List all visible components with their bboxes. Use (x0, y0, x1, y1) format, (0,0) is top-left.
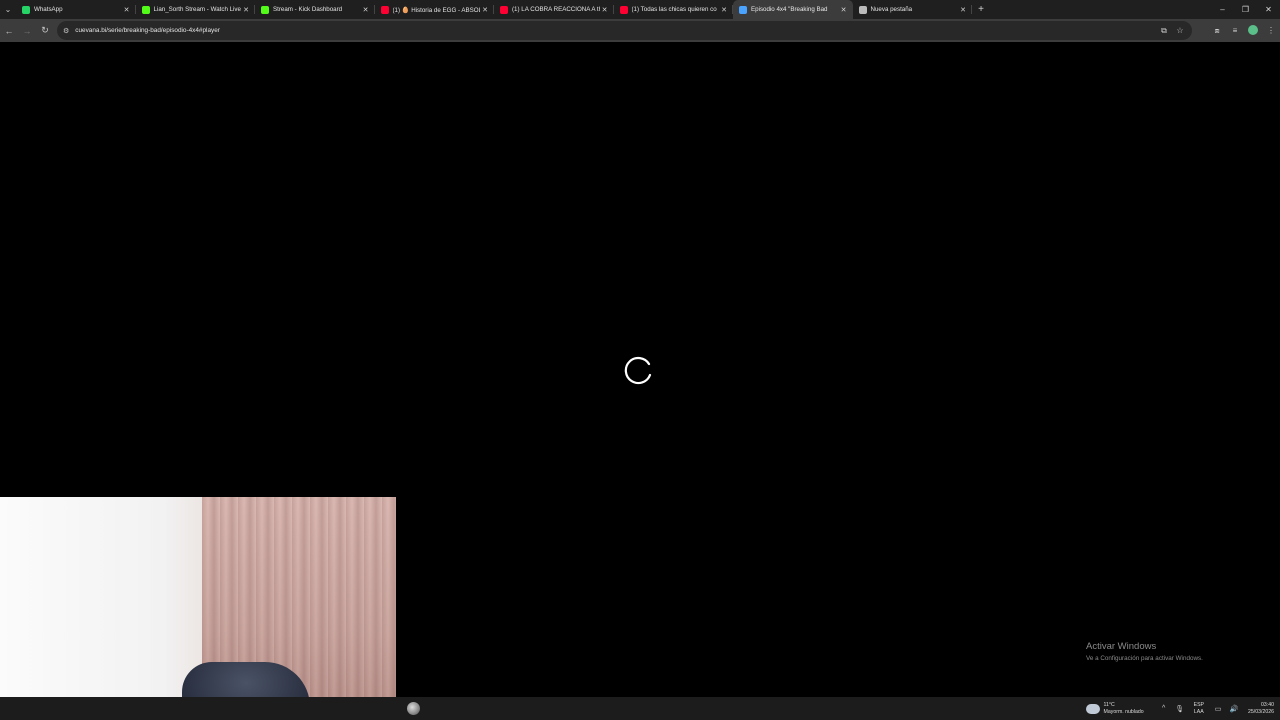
lang-bottom: LAA (1193, 708, 1204, 715)
url-text: cuevana.bi/serie/breaking-bad/episodio-4… (75, 27, 220, 34)
cloud-icon (1085, 703, 1100, 714)
activation-subtitle: Ve a Configuración para activar Windows. (1086, 655, 1203, 662)
webcam-overlay (0, 497, 396, 720)
language-indicator[interactable]: ESP LAA (1194, 702, 1204, 715)
browser-tab[interactable]: Nueva pestaña ✕ (853, 0, 972, 19)
kick-icon (261, 5, 269, 14)
clock[interactable]: 03:40 25/03/2026 (1248, 702, 1274, 715)
close-tab-icon[interactable]: ✕ (719, 6, 729, 14)
profile-avatar[interactable] (1244, 24, 1262, 37)
extensions-icon[interactable]: ⧈ (1208, 26, 1226, 36)
browser-tab[interactable]: Stream - Kick Dashboard ✕ (255, 0, 375, 19)
clock-time: 03:40 (1261, 701, 1274, 708)
windows-activation-watermark: Activar Windows Ve a Configuración para … (1086, 641, 1203, 662)
tab-title: Nueva pestaña (870, 6, 913, 13)
tab-list: WhatsApp ✕ Lian_Sorth Stream - Watch Live ✕… (16, 0, 972, 19)
tab-search-button[interactable]: ⌄ (0, 0, 16, 19)
browser-tab[interactable]: WhatsApp ✕ (16, 0, 136, 19)
screen: ⌄ WhatsApp ✕ Lian_Sorth Stream - Watch Liv… (0, 0, 1280, 720)
window-controls: – ❐ ✕ (1211, 0, 1280, 19)
loading-spinner-icon (624, 356, 652, 385)
activation-title: Activar Windows (1086, 641, 1157, 652)
tab-title: (1) LA COBRA REACCIONA A th (512, 6, 600, 13)
taskbar: 11°C Mayorm. nublado ^ 🎙 ESP LAA ▭ 🔊 03:… (0, 697, 1280, 720)
webcam-wall (0, 497, 204, 720)
reload-button[interactable]: ↻ (36, 22, 54, 40)
tab-title: Episodio 4x4 "Breaking Bad (751, 6, 828, 13)
tab-title: Stream - Kick Dashboard (273, 6, 343, 13)
browser-tab[interactable]: Episodio 4x4 "Breaking Bad ✕ (733, 0, 853, 19)
close-tab-icon[interactable]: ✕ (241, 6, 251, 14)
browser-tab[interactable]: (1) Todas las chicas quieren co ✕ (614, 0, 733, 19)
tab-title: (1) Todas las chicas quieren co (631, 6, 717, 13)
tab-title: WhatsApp (34, 6, 63, 13)
kick-icon (141, 5, 150, 14)
close-tab-icon[interactable]: ✕ (361, 6, 371, 14)
lang-top: ESP (1193, 702, 1205, 709)
address-bar-actions: ⧉ ☆ (1156, 21, 1188, 40)
install-app-icon[interactable]: ⧉ (1156, 26, 1172, 36)
tab-strip: ⌄ WhatsApp ✕ Lian_Sorth Stream - Watch Liv… (0, 0, 1280, 19)
forward-button[interactable]: → (18, 22, 36, 40)
tab-title: Lian_Sorth Stream - Watch Live (153, 6, 241, 13)
cuevana-icon (739, 5, 747, 14)
browser-tab[interactable]: Lian_Sorth Stream - Watch Live ✕ (136, 0, 255, 19)
browser-tab[interactable]: (1) 🥚 Historia de EGG - ABSOL ✕ (375, 0, 494, 19)
youtube-icon (619, 5, 628, 14)
toolbar-actions: ⧈ ≡ ⋮ (1208, 19, 1280, 42)
browser-toolbar: ← → ↻ ⚙ cuevana.bi/serie/breaking-bad/ep… (0, 19, 1280, 42)
bookmark-star-icon[interactable]: ☆ (1172, 26, 1188, 35)
network-icon[interactable]: ▭ (1210, 705, 1226, 713)
microphone-icon[interactable]: 🎙 (1172, 705, 1188, 713)
tab-separator (971, 5, 972, 14)
close-tab-icon[interactable]: ✕ (958, 6, 968, 14)
close-tab-icon[interactable]: ✕ (600, 6, 610, 14)
avatar (1248, 24, 1258, 35)
new-tab-button[interactable]: + (972, 0, 990, 19)
chevron-up-icon[interactable]: ^ (1156, 705, 1172, 712)
close-window-icon[interactable]: ✕ (1257, 0, 1280, 19)
close-tab-icon[interactable]: ✕ (839, 6, 849, 14)
chrome-icon (858, 5, 867, 14)
tab-title: (1) 🥚 Historia de EGG - ABSOL (392, 6, 481, 14)
reading-list-icon[interactable]: ≡ (1226, 26, 1244, 35)
restore-icon[interactable]: ❐ (1234, 0, 1257, 19)
back-button[interactable]: ← (0, 22, 18, 40)
browser-tab[interactable]: (1) LA COBRA REACCIONA A th ✕ (494, 0, 614, 19)
youtube-icon (500, 5, 508, 14)
whatsapp-icon (22, 5, 30, 14)
system-tray: 11°C Mayorm. nublado ^ 🎙 ESP LAA ▭ 🔊 03:… (1085, 697, 1280, 720)
minimize-icon[interactable]: – (1211, 0, 1234, 19)
address-bar[interactable]: ⚙ cuevana.bi/serie/breaking-bad/episodio… (57, 21, 1192, 40)
clock-date: 25/03/2026 (1248, 708, 1274, 715)
close-tab-icon[interactable]: ✕ (122, 6, 132, 14)
close-tab-icon[interactable]: ✕ (480, 6, 490, 14)
taskbar-app-icon[interactable] (407, 702, 420, 715)
volume-icon[interactable]: 🔊 (1226, 705, 1242, 713)
youtube-icon (380, 5, 389, 14)
menu-icon[interactable]: ⋮ (1262, 26, 1280, 35)
weather-widget[interactable]: 11°C Mayorm. nublado (1085, 702, 1144, 715)
site-info-icon[interactable]: ⚙ (63, 27, 69, 35)
weather-desc: Mayorm. nublado (1103, 708, 1144, 715)
